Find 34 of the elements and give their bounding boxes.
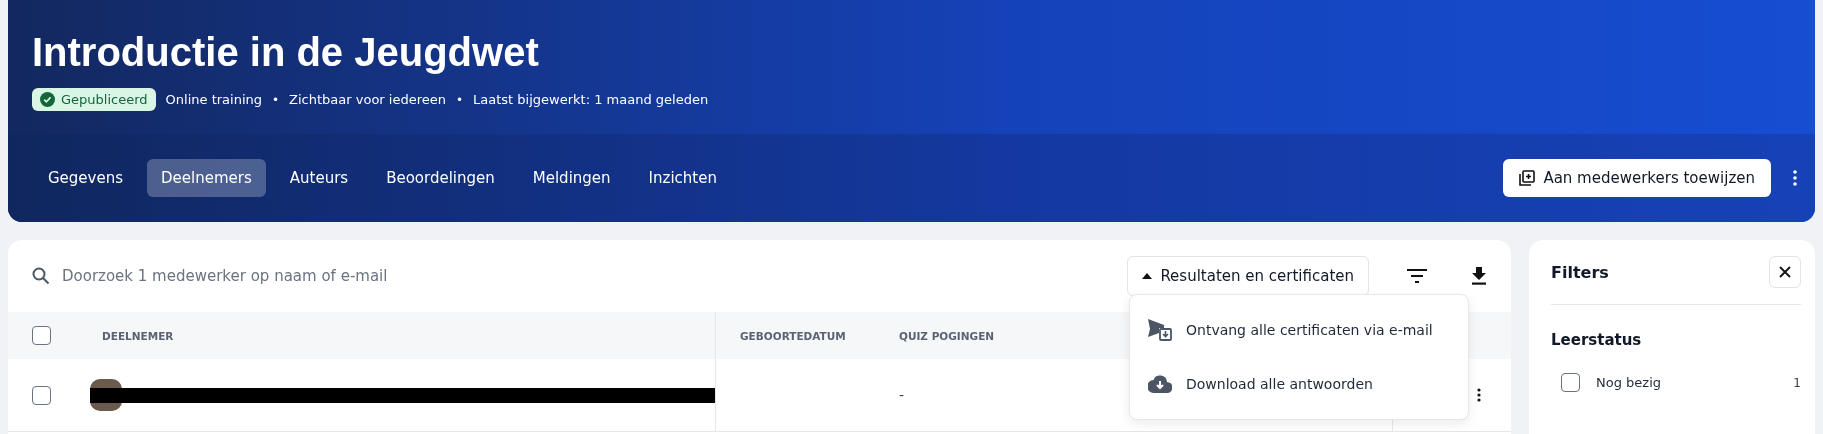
checkbox[interactable] <box>32 326 51 345</box>
caret-icon <box>1142 273 1153 279</box>
meta-text: Online training <box>165 92 262 107</box>
search-icon <box>32 267 50 285</box>
meta-text: Laatst bijgewerkt: 1 maand geleden <box>473 92 709 107</box>
tab[interactable]: Gegevens <box>34 159 138 197</box>
close-button[interactable] <box>1769 256 1801 288</box>
checkbox[interactable] <box>1561 373 1580 392</box>
tab[interactable]: Meldingen <box>518 159 625 197</box>
separator-dot: • <box>272 92 280 107</box>
assign-button[interactable]: Aan medewerkers toewijzen <box>1503 159 1771 197</box>
add-copy-icon <box>1519 170 1536 186</box>
filter-count: 1 <box>1793 375 1801 390</box>
status-badge: Gepubliceerd <box>32 88 156 111</box>
tab[interactable]: Beoordelingen <box>372 159 509 197</box>
column-header: GEBOORTEDATUM <box>715 312 875 359</box>
filter-group-title: Leerstatus <box>1551 331 1643 349</box>
meta-text: Zichtbaar voor iedereen <box>289 92 446 107</box>
tab[interactable]: Auteurs <box>275 159 363 197</box>
more-icon[interactable] <box>1477 388 1481 402</box>
close-icon <box>1779 266 1791 278</box>
check-circle-icon <box>40 92 55 107</box>
course-title: Introductie in de Jeugdwet <box>32 29 540 76</box>
results-button[interactable]: Resultaten en certificaten <box>1127 256 1369 296</box>
tab[interactable]: Inzichten <box>634 159 731 197</box>
filter-option-label: Nog bezig <box>1596 375 1662 390</box>
send-certificate-icon <box>1148 319 1172 341</box>
tab[interactable]: Deelnemers <box>147 159 266 197</box>
filters-title: Filters <box>1551 262 1609 282</box>
column-header: DEELNEMER <box>78 312 715 359</box>
checkbox[interactable] <box>32 385 51 405</box>
cloud-download-icon <box>1148 375 1172 393</box>
separator-dot: • <box>456 92 464 107</box>
menu-item[interactable]: Download alle antwoorden <box>1130 357 1468 411</box>
